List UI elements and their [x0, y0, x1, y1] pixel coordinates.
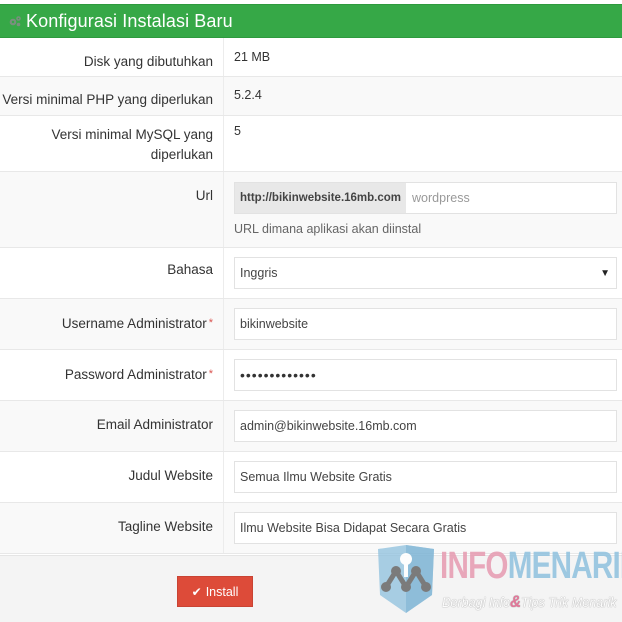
email-row: Email Administrator admin@bikinwebsite.1… — [0, 401, 622, 452]
username-input[interactable]: bikinwebsite — [234, 308, 617, 340]
url-path-input[interactable]: wordpress — [406, 183, 616, 213]
shield-logo-icon — [378, 545, 434, 613]
disk-value: 21 MB — [234, 50, 271, 64]
url-input-group: http://bikinwebsite.16mb.com wordpress — [234, 182, 617, 214]
password-label-text: Password Administrator — [64, 367, 207, 382]
url-prefix: http://bikinwebsite.16mb.com — [235, 183, 407, 213]
site-title-label: Judul Website — [0, 452, 224, 502]
username-row: Username Administrator * bikinwebsite — [0, 299, 622, 350]
email-input[interactable]: admin@bikinwebsite.16mb.com — [234, 410, 617, 442]
username-label-text: Username Administrator — [61, 316, 207, 331]
watermark-brand-menarik: MENARIK — [507, 545, 622, 587]
php-version-value: 5.2.4 — [234, 88, 262, 102]
language-label: Bahasa — [0, 248, 224, 298]
required-marker: * — [208, 317, 213, 329]
watermark-logo: INFOMENARIK Berbagi Info&Tips Trik Menar… — [374, 543, 622, 615]
watermark-brand-info: INFO — [440, 545, 508, 587]
gears-icon — [9, 16, 21, 27]
password-input[interactable]: ••••••••••••• — [234, 359, 617, 391]
username-label: Username Administrator * — [0, 299, 224, 349]
password-label: Password Administrator * — [0, 350, 224, 400]
url-help-text: URL dimana aplikasi akan diinstal — [234, 222, 422, 236]
password-row: Password Administrator * ••••••••••••• — [0, 350, 622, 401]
language-row: Bahasa Inggris ▼ — [0, 248, 622, 299]
language-selected-value: Inggris — [240, 266, 278, 280]
tagline-label: Tagline Website — [0, 503, 224, 553]
site-title-row: Judul Website Semua Ilmu Website Gratis — [0, 452, 622, 503]
check-icon: ✔ — [191, 584, 202, 599]
watermark-brand: INFOMENARIK — [440, 545, 622, 588]
info-row-mysql: Versi minimal MySQL yang diperlukan 5 — [0, 116, 622, 172]
tagline-input[interactable]: Ilmu Website Bisa Didapat Secara Gratis — [234, 512, 617, 544]
watermark-ampersand: & — [509, 592, 522, 611]
info-row-disk: Disk yang dibutuhkan 21 MB — [0, 38, 622, 77]
watermark-tagline-part2: Tips Trik Menarik — [521, 594, 617, 610]
url-label: Url — [0, 172, 224, 247]
panel-header: Konfigurasi Instalasi Baru — [0, 4, 622, 38]
watermark-tagline-part1: Berbagi Info — [442, 594, 510, 610]
php-version-label: Versi minimal PHP yang diperlukan — [0, 77, 224, 115]
dropdown-caret-icon: ▼ — [600, 267, 610, 279]
panel-title: Konfigurasi Instalasi Baru — [26, 10, 233, 31]
site-title-input[interactable]: Semua Ilmu Website Gratis — [234, 461, 617, 493]
language-select[interactable]: Inggris ▼ — [234, 257, 617, 289]
watermark-tagline: Berbagi Info&Tips Trik Menarik — [442, 592, 617, 612]
mysql-version-value: 5 — [234, 124, 241, 138]
mysql-version-label: Versi minimal MySQL yang diperlukan — [0, 116, 224, 171]
url-row: Url http://bikinwebsite.16mb.com wordpre… — [0, 172, 622, 248]
required-marker: * — [208, 368, 213, 380]
disk-label: Disk yang dibutuhkan — [0, 38, 224, 76]
install-button[interactable]: ✔ Install — [177, 576, 253, 607]
info-row-php: Versi minimal PHP yang diperlukan 5.2.4 — [0, 77, 622, 116]
email-label: Email Administrator — [0, 401, 224, 451]
config-table: Disk yang dibutuhkan 21 MB Versi minimal… — [0, 38, 622, 554]
install-button-label: Install — [205, 584, 239, 599]
